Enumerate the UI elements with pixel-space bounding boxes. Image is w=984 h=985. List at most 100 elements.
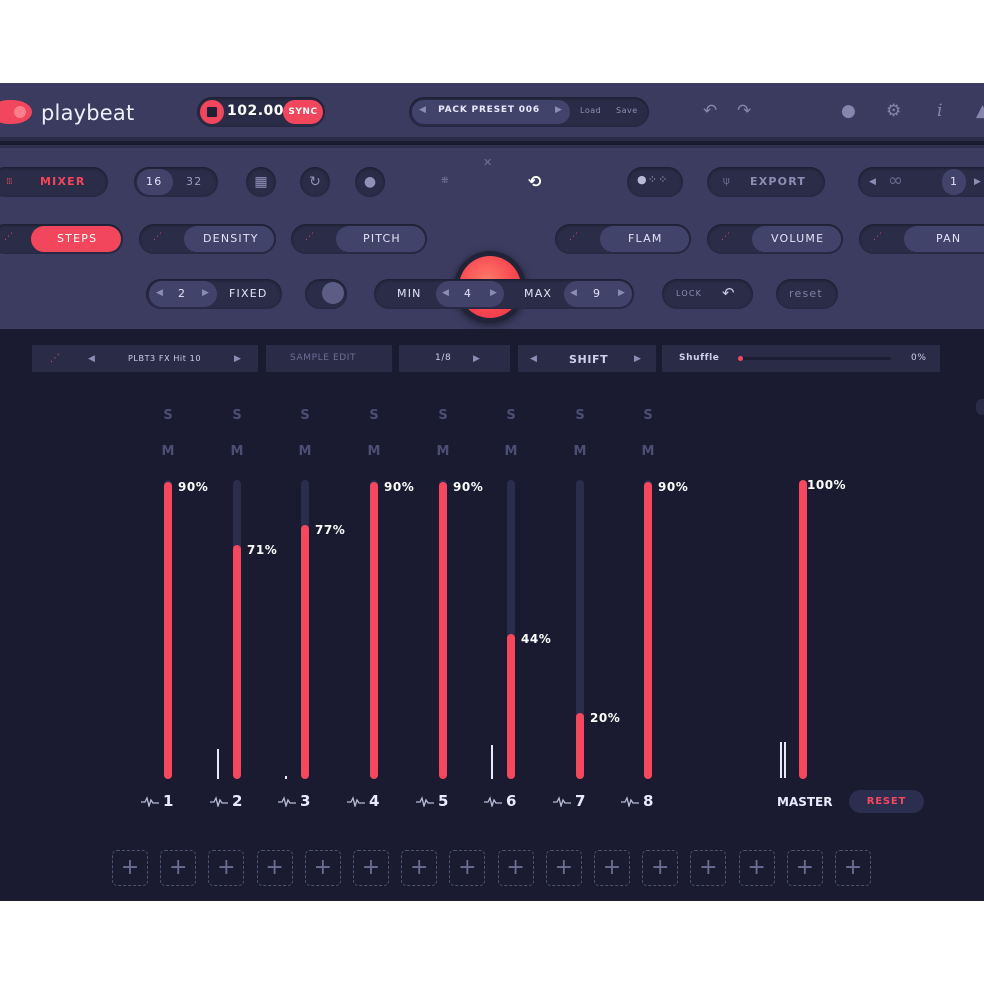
shuffle-slider-handle[interactable] bbox=[738, 356, 743, 361]
plus-icon[interactable]: + bbox=[497, 850, 534, 886]
plus-icon[interactable]: + bbox=[304, 850, 341, 886]
fader-fill bbox=[576, 713, 584, 779]
mute-button[interactable]: M bbox=[295, 444, 315, 459]
steps-32-button[interactable]: 32 bbox=[186, 175, 202, 188]
fader-fill bbox=[370, 482, 378, 779]
undo-icon[interactable]: ↶ bbox=[703, 101, 717, 121]
master-label: MASTER bbox=[777, 795, 833, 809]
load-button[interactable]: Load bbox=[580, 106, 601, 115]
max-prev-icon[interactable]: ◀ bbox=[570, 288, 577, 298]
solo-button[interactable]: S bbox=[433, 408, 453, 423]
min-next-icon[interactable]: ▶ bbox=[490, 288, 497, 298]
division-selector[interactable] bbox=[399, 345, 510, 372]
sync-button[interactable]: SYNC bbox=[283, 100, 323, 124]
sample-edit-label: SAMPLE EDIT bbox=[290, 353, 357, 363]
shift-prev-icon[interactable]: ◀ bbox=[530, 354, 537, 364]
pan-label: PAN bbox=[936, 232, 962, 245]
link-icon[interactable]: ⟲ bbox=[528, 172, 543, 191]
expand-icon[interactable]: ⁜ bbox=[441, 176, 450, 186]
steps-dots-icon: ⋰ bbox=[4, 232, 13, 242]
plus-icon[interactable]: + bbox=[738, 850, 775, 886]
bpm-value[interactable]: 102.00 bbox=[227, 103, 284, 119]
waveform-icon[interactable] bbox=[621, 796, 639, 807]
plus-icon[interactable]: + bbox=[112, 850, 148, 886]
mute-button[interactable]: M bbox=[501, 444, 521, 459]
close-icon[interactable]: ✕ bbox=[483, 156, 493, 169]
plus-icon[interactable]: + bbox=[835, 850, 871, 886]
page-prev-icon[interactable]: ◀ bbox=[869, 177, 876, 187]
page-next-icon[interactable]: ▶ bbox=[974, 177, 981, 187]
solo-button[interactable]: S bbox=[638, 408, 658, 423]
waveform-icon[interactable] bbox=[553, 796, 571, 807]
plus-icon[interactable]: + bbox=[256, 850, 293, 886]
sample-prev-icon[interactable]: ◀ bbox=[88, 354, 95, 364]
mixer-label: MIXER bbox=[40, 175, 86, 188]
shuffle-slider[interactable] bbox=[739, 357, 891, 360]
channel-number: 3 bbox=[300, 792, 311, 810]
channel-number: 6 bbox=[506, 792, 517, 810]
gear-icon[interactable]: ⚙ bbox=[886, 101, 901, 121]
globe-icon[interactable]: ● bbox=[841, 101, 856, 121]
reset-label: reset bbox=[789, 287, 823, 300]
solo-button[interactable]: S bbox=[364, 408, 384, 423]
mute-button[interactable]: M bbox=[433, 444, 453, 459]
scroll-handle[interactable] bbox=[976, 399, 984, 415]
plus-icon[interactable]: + bbox=[208, 850, 245, 886]
mute-button[interactable]: M bbox=[158, 444, 178, 459]
min-prev-icon[interactable]: ◀ bbox=[442, 288, 449, 298]
waveform-icon[interactable] bbox=[278, 796, 296, 807]
sample-next-icon[interactable]: ▶ bbox=[234, 354, 241, 364]
waveform-icon[interactable] bbox=[484, 796, 502, 807]
solo-button[interactable]: S bbox=[501, 408, 521, 423]
refresh-icon[interactable]: ↻ bbox=[300, 167, 330, 197]
preset-next-icon[interactable]: ▶ bbox=[555, 105, 562, 115]
info-icon[interactable]: i bbox=[937, 101, 942, 121]
plus-icon[interactable]: + bbox=[160, 850, 197, 886]
pattern-icon[interactable]: ▦ bbox=[246, 167, 276, 197]
solo-button[interactable]: S bbox=[295, 408, 315, 423]
user-icon[interactable]: ▲ bbox=[976, 101, 984, 121]
plus-icon[interactable]: + bbox=[449, 850, 486, 886]
plus-icon[interactable]: + bbox=[786, 850, 823, 886]
waveform-icon[interactable] bbox=[141, 796, 159, 807]
waveform-icon[interactable] bbox=[347, 796, 365, 807]
save-button[interactable]: Save bbox=[616, 106, 638, 115]
vu-meter bbox=[491, 745, 493, 779]
mute-button[interactable]: M bbox=[227, 444, 247, 459]
mute-button[interactable]: M bbox=[638, 444, 658, 459]
sample-dots-icon: ⋰ bbox=[50, 353, 60, 364]
plus-icon[interactable]: + bbox=[401, 850, 438, 886]
plus-icon[interactable]: + bbox=[642, 850, 679, 886]
shift-next-icon[interactable]: ▶ bbox=[634, 354, 641, 364]
dice-icon[interactable]: ● bbox=[355, 167, 385, 197]
fader-level: 90% bbox=[658, 480, 689, 494]
stop-icon[interactable] bbox=[200, 100, 224, 124]
fixed-prev-icon[interactable]: ◀ bbox=[156, 288, 163, 298]
channel-number: 2 bbox=[232, 792, 243, 810]
mute-button[interactable]: M bbox=[364, 444, 384, 459]
plus-icon[interactable]: + bbox=[690, 850, 727, 886]
solo-button[interactable]: S bbox=[227, 408, 247, 423]
min-value: 4 bbox=[464, 287, 473, 300]
density-dots-icon: ⋰ bbox=[153, 232, 162, 242]
lock-label: LOCK bbox=[676, 289, 703, 298]
solo-button[interactable]: S bbox=[570, 408, 590, 423]
plus-icon[interactable]: + bbox=[594, 850, 630, 886]
fixed-next-icon[interactable]: ▶ bbox=[202, 288, 209, 298]
plus-icon[interactable]: + bbox=[353, 850, 389, 886]
waveform-icon[interactable] bbox=[416, 796, 434, 807]
max-label: MAX bbox=[524, 287, 553, 300]
plus-icon[interactable]: + bbox=[545, 850, 582, 886]
division-next-icon[interactable]: ▶ bbox=[473, 354, 480, 364]
redo-icon[interactable]: ↷ bbox=[737, 101, 751, 121]
density-label: DENSITY bbox=[203, 232, 259, 245]
master-reset-button[interactable]: RESET bbox=[849, 790, 924, 813]
pitch-label: PITCH bbox=[363, 232, 401, 245]
mute-button[interactable]: M bbox=[570, 444, 590, 459]
top-bar: playbeat 102.00 SYNC ◀ PACK PRESET 006 ▶… bbox=[0, 83, 984, 141]
waveform-icon[interactable] bbox=[210, 796, 228, 807]
solo-button[interactable]: S bbox=[158, 408, 178, 423]
max-next-icon[interactable]: ▶ bbox=[618, 288, 625, 298]
preset-prev-icon[interactable]: ◀ bbox=[419, 105, 426, 115]
pitch-dots-icon: ⋰ bbox=[305, 232, 314, 242]
